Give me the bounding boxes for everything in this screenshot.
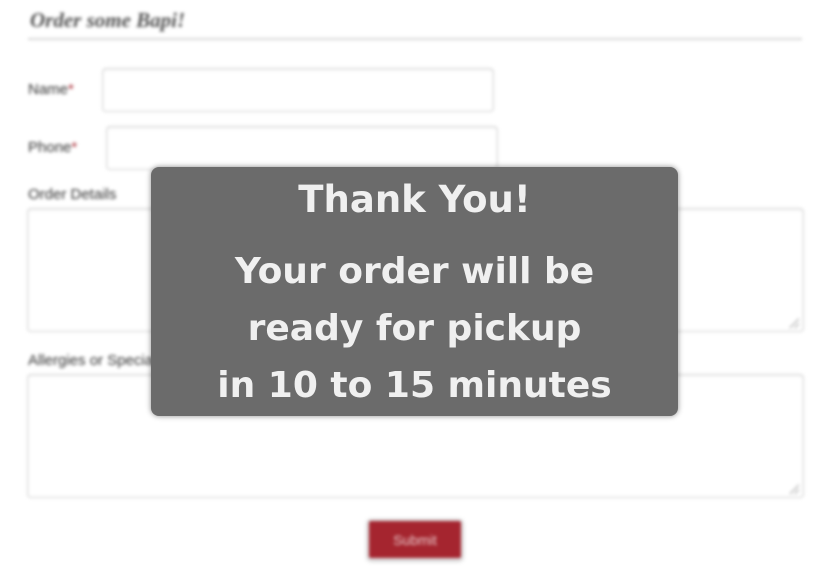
title-divider — [28, 38, 802, 40]
overlay-message-line: ready for pickup — [247, 308, 582, 349]
overlay-message-line: in 10 to 15 minutes — [217, 365, 612, 406]
resize-handle[interactable] — [789, 318, 799, 328]
order-details-label: Order Details — [28, 186, 117, 203]
overlay-message-line: Your order will be — [234, 251, 595, 292]
name-label-group: Name* — [28, 81, 74, 98]
submit-button[interactable]: Submit — [367, 519, 463, 560]
overlay-message: Your order will be ready for pickup in 1… — [151, 243, 678, 414]
name-required-marker: * — [68, 81, 74, 98]
resize-handle[interactable] — [789, 484, 799, 494]
name-label: Name — [28, 81, 69, 98]
phone-label: Phone — [28, 139, 72, 156]
overlay-title: Thank You! — [298, 178, 531, 221]
name-field[interactable] — [102, 68, 494, 112]
thank-you-overlay: Thank You! Your order will be ready for … — [151, 167, 678, 416]
phone-label-group: Phone* — [28, 139, 77, 156]
phone-required-marker: * — [71, 139, 78, 156]
form-title: Order some Bapi! — [30, 8, 186, 32]
phone-field[interactable] — [106, 126, 498, 170]
